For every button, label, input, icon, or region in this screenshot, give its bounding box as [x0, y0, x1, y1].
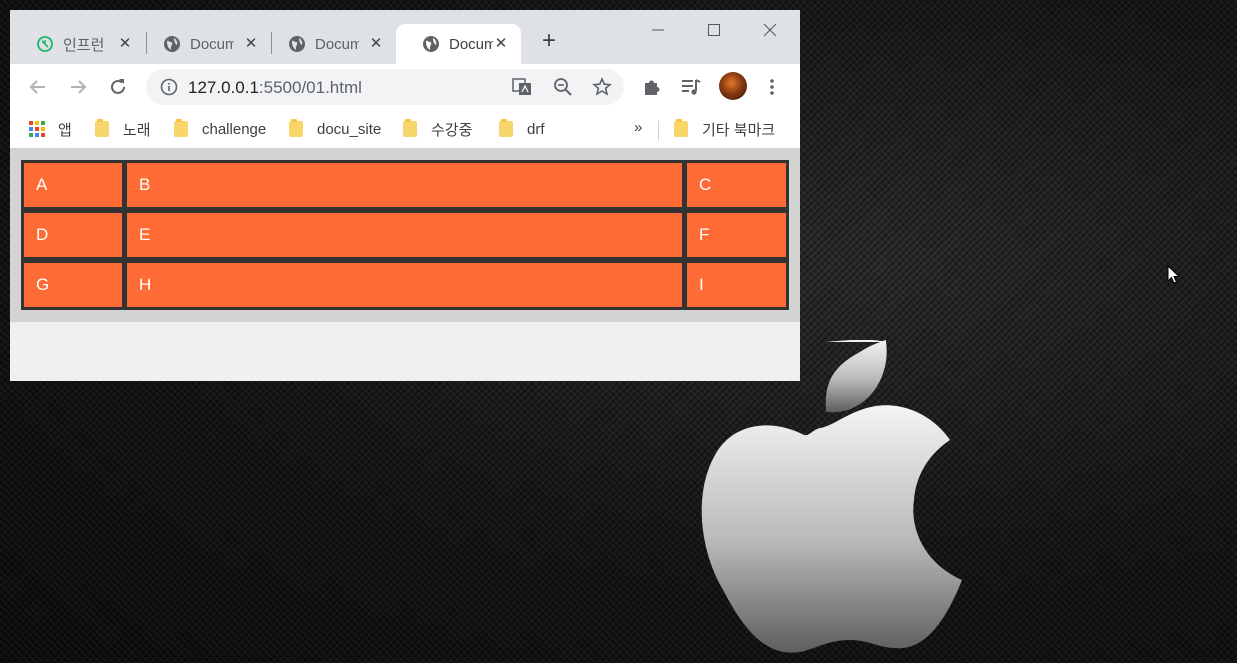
bookmark-label: 노래	[123, 121, 151, 139]
bookmark-label: 기타 북마크	[702, 121, 776, 139]
grid-cell-h: H	[127, 263, 682, 307]
bookmark-star-icon[interactable]	[592, 77, 612, 97]
page-viewport: A B C D E F G H I	[10, 149, 800, 381]
inflearn-icon	[37, 36, 53, 52]
bookmark-label: 앱	[58, 121, 72, 139]
grid-container: A B C D E F G H I	[10, 149, 800, 322]
back-arrow-icon[interactable]	[27, 76, 49, 98]
bookmark-folder[interactable]: 노래	[95, 118, 151, 140]
close-icon[interactable]: ✕	[368, 35, 384, 52]
mouse-pointer-icon	[1167, 265, 1181, 284]
close-icon[interactable]: ✕	[243, 35, 259, 52]
close-icon[interactable]: ✕	[117, 35, 133, 52]
bookmark-folder[interactable]: docu_site	[289, 118, 381, 140]
grid-cell-g: G	[24, 263, 122, 307]
folder-icon	[403, 119, 417, 137]
folder-icon	[174, 119, 188, 137]
zoom-out-icon[interactable]	[553, 77, 573, 97]
url-host: 127.0.0.1	[188, 78, 259, 97]
bookmark-other-folder[interactable]: 기타 북마크	[674, 118, 775, 140]
folder-icon	[674, 119, 688, 137]
folder-icon	[289, 119, 303, 137]
extensions-puzzle-icon[interactable]	[641, 76, 663, 98]
folder-icon	[95, 119, 109, 137]
apple-logo	[701, 340, 962, 653]
bookmarks-divider	[658, 121, 659, 141]
url-text: 127.0.0.1:5500/01.html	[188, 78, 362, 98]
reload-icon[interactable]	[107, 76, 129, 98]
tab-document-2[interactable]: Document ✕	[262, 24, 396, 64]
grid-cell-f: F	[687, 213, 786, 257]
tab-title: Document	[190, 35, 234, 53]
tab-strip: 인프런 ✕ Document ✕ Document ✕	[10, 10, 800, 64]
tab-title: 인프런	[63, 36, 105, 54]
bookmark-label: 수강중	[431, 121, 473, 139]
browser-window: 인프런 ✕ Document ✕ Document ✕	[10, 10, 800, 381]
profile-avatar[interactable]	[719, 72, 747, 100]
address-bar[interactable]: 127.0.0.1:5500/01.html	[146, 69, 624, 105]
translate-icon[interactable]	[512, 78, 532, 96]
tab-title: Document	[315, 35, 359, 53]
tab-title: Document	[449, 35, 493, 53]
globe-icon	[289, 36, 305, 52]
close-window-icon[interactable]	[758, 20, 782, 40]
close-icon[interactable]: ✕	[493, 35, 509, 52]
grid-cell-d: D	[24, 213, 122, 257]
apps-grid-icon	[29, 121, 45, 137]
browser-toolbar: 127.0.0.1:5500/01.html	[10, 64, 800, 110]
bookmarks-bar: 앱 노래 challenge docu_site 수강중 drf » 기타 북마…	[10, 110, 800, 149]
globe-icon	[164, 36, 180, 52]
bookmark-label: challenge	[202, 120, 267, 138]
grid-cell-e: E	[127, 213, 682, 257]
maximize-icon[interactable]	[702, 20, 726, 40]
minimize-icon[interactable]	[646, 20, 670, 40]
tab-document-1[interactable]: Document ✕	[137, 24, 271, 64]
grid-cell-i: I	[687, 263, 786, 307]
forward-arrow-icon[interactable]	[67, 76, 89, 98]
globe-icon	[423, 36, 439, 52]
menu-kebab-icon[interactable]	[761, 76, 783, 98]
tab-document-active[interactable]: Document ✕	[396, 24, 521, 64]
new-tab-button[interactable]: +	[538, 29, 560, 53]
bookmark-label: docu_site	[317, 120, 382, 138]
css-grid: A B C D E F G H I	[21, 160, 789, 310]
tab-inflearn[interactable]: 인프런 ✕	[10, 24, 145, 64]
bookmarks-overflow-button[interactable]: »	[634, 119, 642, 136]
url-path: :5500/01.html	[258, 78, 362, 97]
bookmark-folder[interactable]: challenge	[174, 118, 266, 140]
bookmark-folder[interactable]: 수강중	[403, 118, 472, 140]
bookmark-apps[interactable]: 앱	[29, 118, 72, 140]
grid-cell-c: C	[687, 163, 786, 207]
bookmark-label: drf	[527, 120, 545, 138]
folder-icon	[499, 119, 513, 137]
grid-cell-a: A	[24, 163, 122, 207]
grid-cell-b: B	[127, 163, 682, 207]
media-queue-icon[interactable]	[680, 76, 702, 98]
bookmark-folder[interactable]: drf	[499, 118, 545, 140]
info-icon[interactable]	[160, 78, 178, 96]
